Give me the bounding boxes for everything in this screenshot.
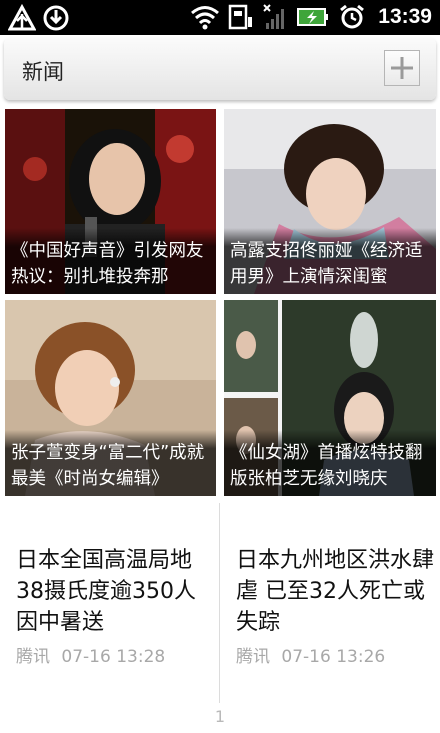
status-bar: 13:39 <box>0 0 440 35</box>
article-time: 07-16 13:26 <box>281 647 386 667</box>
article-time: 07-16 13:28 <box>61 647 166 667</box>
news-tile[interactable]: 《中国好声音》引发网友热议：别扎堆投奔那 <box>5 109 216 294</box>
add-button[interactable] <box>384 50 420 86</box>
tile-caption: 高露支招佟丽娅《经济适用男》上演情深闺蜜 <box>224 228 436 294</box>
article-title: 日本全国高温局地38摄氏度逾350人因中暑送 <box>16 548 196 635</box>
news-tile[interactable]: 《仙女湖》首播炫特技翻版张柏芝无缘刘晓庆 <box>224 300 436 496</box>
page-indicator: 1 <box>214 707 226 726</box>
plus-icon <box>391 57 413 79</box>
news-tile[interactable]: 高露支招佟丽娅《经济适用男》上演情深闺蜜 <box>224 109 436 294</box>
article-meta: 腾讯 07-16 13:26 <box>236 642 436 667</box>
article-source: 腾讯 <box>16 647 50 667</box>
article-card[interactable]: 日本九州地区洪水肆虐 已至32人死亡或失踪 腾讯 07-16 13:26 <box>236 545 436 667</box>
news-tile[interactable]: 张子萱变身“富二代”成就最美《时尚女编辑》 <box>5 300 216 496</box>
article-card[interactable]: 日本全国高温局地38摄氏度逾350人因中暑送 腾讯 07-16 13:28 <box>16 545 216 667</box>
column-divider <box>219 503 220 703</box>
alarm-icon <box>338 3 366 31</box>
article-meta: 腾讯 07-16 13:28 <box>16 642 216 667</box>
page-title: 新闻 <box>22 60 64 84</box>
tile-caption: 《仙女湖》首播炫特技翻版张柏芝无缘刘晓庆 <box>224 430 436 496</box>
battery-charging-icon <box>296 5 330 29</box>
sim-icon <box>228 3 254 31</box>
header-bar: 新闻 <box>4 38 436 100</box>
wifi-icon <box>190 4 220 30</box>
article-source: 腾讯 <box>236 647 270 667</box>
usb-debug-icon <box>8 4 36 32</box>
signal-icon <box>262 3 288 31</box>
tile-caption: 《中国好声音》引发网友热议：别扎堆投奔那 <box>5 228 216 294</box>
download-icon <box>42 4 70 32</box>
article-title: 日本九州地区洪水肆虐 已至32人死亡或失踪 <box>236 548 435 635</box>
clock-time: 13:39 <box>378 5 432 28</box>
tile-caption: 张子萱变身“富二代”成就最美《时尚女编辑》 <box>5 430 216 496</box>
